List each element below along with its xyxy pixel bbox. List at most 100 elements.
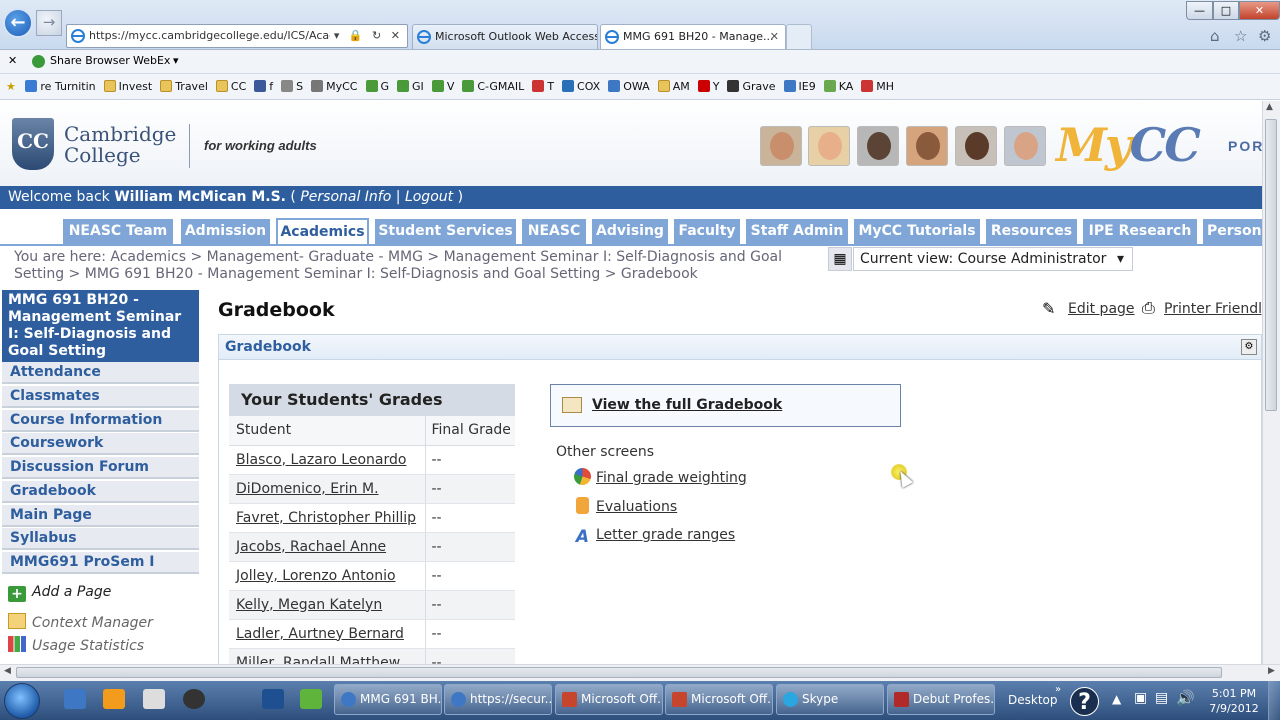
tab-neasc-team[interactable]: NEASC Team [63, 219, 173, 244]
tab-staff-admin[interactable]: Staff Admin [746, 219, 848, 244]
view-full-gradebook-button[interactable]: View the full Gradebook [550, 384, 901, 427]
vertical-scroll-thumb[interactable] [1265, 119, 1277, 411]
toolbar-chevron-icon[interactable]: » [1055, 684, 1061, 695]
favorite-item[interactable]: MyCC [311, 74, 358, 99]
sidebar-item-syllabus[interactable]: Syllabus [2, 528, 199, 550]
close-window-button[interactable]: ✕ [1239, 1, 1280, 20]
address-tools-icons[interactable]: ▾ 🔒 ↻ ✕ [329, 25, 403, 47]
sidebar-item-main-page[interactable]: Main Page [2, 505, 199, 527]
back-button[interactable]: ← [3, 8, 33, 38]
edit-page-link[interactable]: Edit page [1068, 301, 1135, 317]
taskbar-item-office-1[interactable]: Microsoft Off... [555, 684, 663, 715]
taskbar-item-office-2[interactable]: Microsoft Off... [665, 684, 773, 715]
desktop-toolbar-label[interactable]: Desktop [1008, 693, 1058, 707]
sidebar-item-coursework[interactable]: Coursework [2, 433, 199, 455]
favorite-item[interactable]: V [431, 74, 454, 99]
current-view-select[interactable]: Current view: Course Administrator ▾ [853, 247, 1133, 271]
student-name-link[interactable]: Blasco, Lazaro Leonardo [236, 452, 406, 468]
favorite-item[interactable]: f [254, 74, 273, 99]
favorite-item[interactable]: G [365, 74, 389, 99]
tab-admission[interactable]: Admission [181, 219, 270, 244]
view-switch-icon[interactable]: ▦ [828, 247, 852, 271]
tab-neasc[interactable]: NEASC [522, 219, 586, 244]
printer-friendly-link[interactable]: Printer Friendly [1164, 301, 1270, 317]
favorite-item[interactable]: re Turnitin [25, 74, 96, 99]
sidebar-item-classmates[interactable]: Classmates [2, 386, 199, 408]
address-bar[interactable]: https://mycc.cambridgecollege.edu/ICS/Ac… [66, 24, 408, 48]
show-desktop-button[interactable] [1268, 681, 1280, 720]
add-page-link[interactable]: + Add a Page [8, 583, 111, 602]
tab-faculty[interactable]: Faculty [674, 219, 740, 244]
tab-outlook[interactable]: Microsoft Outlook Web Access [412, 24, 598, 49]
tab-academics[interactable]: Academics [276, 218, 369, 245]
mail-icon[interactable] [262, 689, 284, 709]
scroll-up-arrow-icon[interactable]: ▲ [1266, 102, 1273, 112]
settings-gear-icon[interactable]: ⚙ [1258, 27, 1271, 45]
favorite-item[interactable]: Travel [160, 74, 208, 99]
tab-mycc-tutorials[interactable]: MyCC Tutorials [854, 219, 980, 244]
help-icon[interactable]: ? [1070, 687, 1099, 716]
logout-link[interactable]: Logout [405, 189, 453, 205]
tray-arrow-icon[interactable]: ▲ [1112, 692, 1121, 706]
favorite-item[interactable]: GI [397, 74, 424, 99]
minimize-button[interactable]: — [1186, 1, 1213, 20]
context-manager-link[interactable]: Context Manager [8, 613, 153, 632]
favorite-item[interactable]: Y [697, 74, 719, 99]
sidebar-item-course-information[interactable]: Course Information [2, 410, 199, 432]
favorite-item[interactable]: AM [657, 74, 690, 99]
mycc-logo[interactable]: MyCC [1056, 118, 1201, 172]
share-browser-button[interactable]: Share Browser [50, 50, 130, 72]
final-grade-weighting-link[interactable]: Final grade weighting [574, 468, 747, 486]
ie-pinned-icon[interactable] [64, 689, 86, 709]
sidebar-item-mmg691-prosem[interactable]: MMG691 ProSem I [2, 552, 199, 574]
favorite-item[interactable]: KA [823, 74, 853, 99]
tab-resources[interactable]: Resources [986, 219, 1077, 244]
forward-button[interactable]: → [36, 10, 62, 36]
student-name-link[interactable]: Kelly, Megan Katelyn [236, 597, 382, 613]
leaf-icon[interactable] [300, 689, 322, 709]
breadcrumb[interactable]: You are here: Academics > Management- Gr… [14, 249, 814, 283]
favorite-item[interactable]: Invest [103, 74, 152, 99]
tab-personal[interactable]: Person [1203, 219, 1262, 244]
evaluations-link[interactable]: Evaluations [574, 497, 677, 515]
student-name-link[interactable]: DiDomenico, Erin M. [236, 481, 379, 497]
printer-icon[interactable]: ⎙ [1142, 298, 1155, 318]
student-name-link[interactable]: Jacobs, Rachael Anne [236, 539, 386, 555]
system-clock[interactable]: 5:01 PM 7/9/2012 [1203, 686, 1265, 716]
taskbar-item-skype[interactable]: Skype [776, 684, 884, 715]
webex-menu[interactable]: WebEx [133, 50, 170, 72]
favorite-item[interactable]: C-GMAIL [462, 74, 524, 99]
letter-grade-ranges-link[interactable]: A Letter grade ranges [574, 527, 735, 546]
student-name-link[interactable]: Ladler, Aurtney Bernard [236, 626, 404, 642]
favorite-item[interactable]: CC [215, 74, 246, 99]
edit-icon[interactable]: ✎ [1042, 299, 1055, 318]
scroll-left-arrow-icon[interactable]: ◀ [4, 666, 11, 676]
portlet-settings-icon[interactable]: ⚙ [1241, 339, 1257, 355]
new-tab-button[interactable] [786, 24, 812, 49]
favorite-item[interactable]: IE9 [783, 74, 816, 99]
tab-ipe-research[interactable]: IPE Research [1083, 219, 1197, 244]
network-icon[interactable]: ▤ [1155, 690, 1168, 706]
files-icon[interactable] [143, 689, 165, 709]
favorite-item[interactable]: S [281, 74, 303, 99]
media-player-icon[interactable] [103, 689, 125, 709]
favorite-item[interactable]: T [532, 74, 554, 99]
hp-icon[interactable] [183, 689, 205, 709]
sidebar-item-gradebook[interactable]: Gradebook [2, 481, 199, 503]
college-logo-text[interactable]: Cambridge College [64, 124, 176, 166]
favorite-item[interactable]: MH [861, 74, 894, 99]
favorite-item[interactable]: COX [562, 74, 600, 99]
close-bar-icon[interactable]: ✕ [8, 50, 17, 72]
taskbar-item-ie-gradebook[interactable]: MMG 691 BH... [334, 684, 442, 715]
home-icon[interactable]: ⌂ [1210, 27, 1220, 45]
tab-gradebook[interactable]: MMG 691 BH20 - Manage... ✕ [600, 24, 786, 49]
taskbar-item-ie-secure[interactable]: https://secur... [444, 684, 552, 715]
start-button[interactable] [4, 683, 40, 719]
tab-student-services[interactable]: Student Services [375, 219, 516, 244]
sidebar-item-attendance[interactable]: Attendance [2, 362, 199, 384]
student-name-link[interactable]: Favret, Christopher Phillip [236, 510, 416, 526]
favorites-star-icon[interactable]: ★ [6, 80, 16, 93]
chevron-down-icon[interactable]: ▾ [173, 50, 179, 72]
usage-statistics-link[interactable]: Usage Statistics [8, 636, 144, 655]
sidebar-item-discussion-forum[interactable]: Discussion Forum [2, 457, 199, 479]
